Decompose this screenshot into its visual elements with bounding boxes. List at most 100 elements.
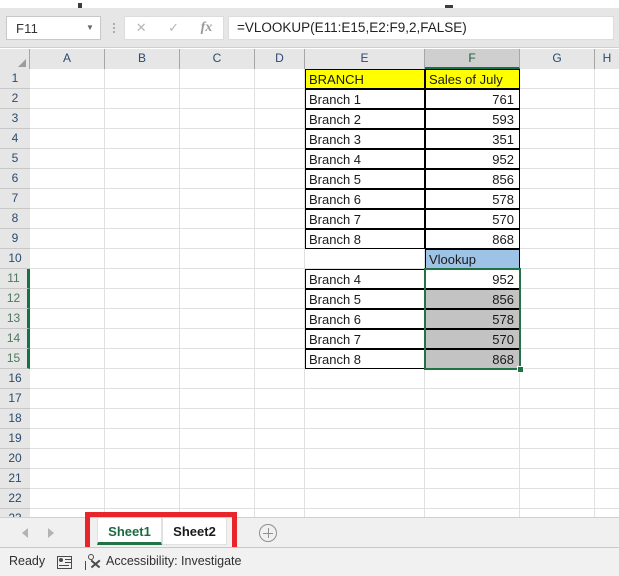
cell-E1-text: BRANCH <box>309 72 364 87</box>
column-header-c[interactable]: C <box>180 49 255 69</box>
cell-F1-text: Sales of July <box>429 72 503 87</box>
row-header-3[interactable]: 3 <box>0 109 30 129</box>
cell-E9[interactable]: Branch 8 <box>305 229 425 249</box>
cell-F15[interactable]: 868 <box>425 349 520 369</box>
select-all-corner[interactable] <box>0 49 30 69</box>
cell-E11[interactable]: Branch 4 <box>305 269 425 289</box>
row-header-10[interactable]: 10 <box>0 249 30 269</box>
cell-F2[interactable]: 761 <box>425 89 520 109</box>
cell-F12[interactable]: 856 <box>425 289 520 309</box>
sheet-tab-sheet1[interactable]: Sheet1 <box>97 518 162 545</box>
accessibility-person-icon[interactable] <box>84 554 101 571</box>
chevron-down-icon[interactable]: ▼ <box>80 17 100 39</box>
cell-F2-text: 761 <box>492 92 514 107</box>
cell-F12-text: 856 <box>492 292 514 307</box>
row-header-22[interactable]: 22 <box>0 489 30 509</box>
check-icon[interactable]: ✓ <box>168 20 179 36</box>
cell-E15[interactable]: Branch 8 <box>305 349 425 369</box>
cell-F4-text: 351 <box>492 132 514 147</box>
row-header-12[interactable]: 12 <box>0 289 30 309</box>
row-header-20[interactable]: 20 <box>0 449 30 469</box>
close-icon[interactable]: ✕ <box>136 20 147 36</box>
cell-E12[interactable]: Branch 5 <box>305 289 425 309</box>
status-bar: Ready Accessibility: Investigate <box>0 547 619 576</box>
cell-F5[interactable]: 952 <box>425 149 520 169</box>
cell-E1[interactable]: BRANCH <box>305 69 425 89</box>
cell-F9-text: 868 <box>492 232 514 247</box>
row-header-19[interactable]: 19 <box>0 429 30 449</box>
column-header-f[interactable]: F <box>425 49 520 69</box>
cell-E13[interactable]: Branch 6 <box>305 309 425 329</box>
row-header-18[interactable]: 18 <box>0 409 30 429</box>
cell-E6[interactable]: Branch 5 <box>305 169 425 189</box>
cell-F4[interactable]: 351 <box>425 129 520 149</box>
formula-action-group: ✕ ✓ fx <box>124 16 224 40</box>
row-header-16[interactable]: 16 <box>0 369 30 389</box>
cell-E5[interactable]: Branch 4 <box>305 149 425 169</box>
row-header-5[interactable]: 5 <box>0 149 30 169</box>
cell-F10[interactable]: Vlookup <box>425 249 520 269</box>
cell-E5-text: Branch 4 <box>309 152 362 167</box>
cell-F13[interactable]: 578 <box>425 309 520 329</box>
column-header-e[interactable]: E <box>305 49 425 69</box>
cell-E15-text: Branch 8 <box>309 352 362 367</box>
fill-handle[interactable] <box>517 366 524 373</box>
cell-E7[interactable]: Branch 6 <box>305 189 425 209</box>
row-header-13[interactable]: 13 <box>0 309 30 329</box>
row-header-8[interactable]: 8 <box>0 209 30 229</box>
column-header-g[interactable]: G <box>520 49 595 69</box>
accessibility-icon[interactable] <box>57 556 72 569</box>
plus-circle-icon[interactable] <box>259 524 277 542</box>
cell-F7[interactable]: 578 <box>425 189 520 209</box>
gridline-h <box>30 468 619 469</box>
cell-E14[interactable]: Branch 7 <box>305 329 425 349</box>
triangle-left-icon[interactable] <box>22 528 28 538</box>
gridline-h <box>30 508 619 509</box>
row-header-2[interactable]: 2 <box>0 89 30 109</box>
gridline-h <box>30 388 619 389</box>
fx-icon[interactable]: fx <box>201 20 213 36</box>
cell-E3-text: Branch 2 <box>309 112 362 127</box>
row-header-7[interactable]: 7 <box>0 189 30 209</box>
cell-F11-text: 952 <box>492 272 514 287</box>
row-header-14[interactable]: 14 <box>0 329 30 349</box>
row-header-11[interactable]: 11 <box>0 269 30 289</box>
cell-F9[interactable]: 868 <box>425 229 520 249</box>
accessibility-status-label[interactable]: Accessibility: Investigate <box>106 554 241 568</box>
row-header-17[interactable]: 17 <box>0 389 30 409</box>
cell-E3[interactable]: Branch 2 <box>305 109 425 129</box>
cell-E8[interactable]: Branch 7 <box>305 209 425 229</box>
cell-F8[interactable]: 570 <box>425 209 520 229</box>
column-header-a[interactable]: A <box>30 49 105 69</box>
cell-F15-text: 868 <box>492 352 514 367</box>
cell-area[interactable]: BRANCH Branch 1 Branch 2 Branch 3 Branch… <box>30 69 619 517</box>
row-header-4[interactable]: 4 <box>0 129 30 149</box>
cell-F10-text: Vlookup <box>429 252 476 267</box>
name-box-value: F11 <box>16 20 39 36</box>
cell-F3[interactable]: 593 <box>425 109 520 129</box>
column-header-h[interactable]: H <box>595 49 619 69</box>
triangle-right-icon[interactable] <box>48 528 54 538</box>
cell-F6-text: 856 <box>492 172 514 187</box>
sheet-tab-sheet2[interactable]: Sheet2 <box>162 518 227 545</box>
cell-F1[interactable]: Sales of July <box>425 69 520 89</box>
cell-E2[interactable]: Branch 1 <box>305 89 425 109</box>
column-header-b[interactable]: B <box>105 49 180 69</box>
column-header-d[interactable]: D <box>255 49 305 69</box>
name-box[interactable]: F11 ▼ <box>6 16 101 40</box>
cell-F14[interactable]: 570 <box>425 329 520 349</box>
formula-input[interactable]: =VLOOKUP(E11:E15,E2:F9,2,FALSE) <box>228 16 614 40</box>
row-header-6[interactable]: 6 <box>0 169 30 189</box>
cell-F14-text: 570 <box>492 332 514 347</box>
row-header-15[interactable]: 15 <box>0 349 30 369</box>
cell-E4[interactable]: Branch 3 <box>305 129 425 149</box>
sheet-tab-sheet1-label: Sheet1 <box>108 524 151 539</box>
row-header-1[interactable]: 1 <box>0 69 30 89</box>
cell-F11[interactable]: 952 <box>425 269 520 289</box>
row-header-9[interactable]: 9 <box>0 229 30 249</box>
cell-F6[interactable]: 856 <box>425 169 520 189</box>
row-header-23[interactable]: 23 <box>0 509 30 517</box>
row-header-21[interactable]: 21 <box>0 469 30 489</box>
cell-E12-text: Branch 5 <box>309 292 362 307</box>
spreadsheet-grid[interactable]: A B C D E F G H 1 2 3 4 5 6 7 8 9 10 11 12 13 14 15 16 1… <box>0 49 619 517</box>
